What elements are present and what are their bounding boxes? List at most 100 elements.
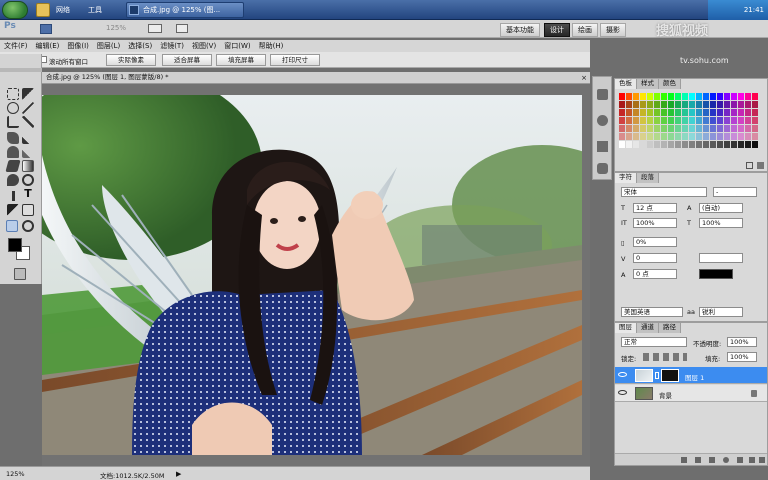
color-swatch[interactable]	[668, 133, 674, 140]
color-swatch[interactable]	[689, 109, 695, 116]
menu-filter[interactable]: 滤镜(T)	[160, 41, 184, 51]
color-swatch[interactable]	[640, 101, 646, 108]
add-mask-icon[interactable]	[709, 457, 715, 463]
color-swatch[interactable]	[731, 133, 737, 140]
color-swatch[interactable]	[689, 101, 695, 108]
color-swatch[interactable]	[724, 141, 730, 148]
magic-wand-icon[interactable]	[22, 102, 34, 114]
color-swatch[interactable]	[710, 141, 716, 148]
color-swatch[interactable]	[717, 101, 723, 108]
menu-file[interactable]: 文件(F)	[4, 41, 28, 51]
color-swatch[interactable]	[654, 125, 660, 132]
visibility-eye-icon[interactable]	[618, 372, 627, 377]
color-swatch[interactable]	[675, 109, 681, 116]
color-swatch[interactable]	[738, 101, 744, 108]
color-swatch[interactable]	[619, 101, 625, 108]
lock-icons[interactable]	[643, 353, 687, 361]
color-swatch[interactable]	[682, 101, 688, 108]
bridge-icon[interactable]	[40, 24, 52, 34]
color-swatch[interactable]	[668, 101, 674, 108]
workspace-basic[interactable]: 基本功能	[500, 23, 540, 37]
trash-icon[interactable]	[757, 162, 764, 169]
color-swatch[interactable]	[731, 93, 737, 100]
color-swatch[interactable]	[689, 93, 695, 100]
fill-screen-button[interactable]: 填充屏幕	[216, 54, 266, 66]
color-swatch[interactable]	[689, 125, 695, 132]
color-swatch[interactable]	[710, 125, 716, 132]
baseline-field[interactable]: 0 点	[633, 269, 677, 279]
color-swatch[interactable]	[661, 109, 667, 116]
color-swatch[interactable]	[703, 117, 709, 124]
color-swatch[interactable]	[626, 141, 632, 148]
color-swatch[interactable]	[647, 109, 653, 116]
color-swatch[interactable]	[661, 133, 667, 140]
color-swatch[interactable]	[682, 117, 688, 124]
color-swatch[interactable]	[626, 117, 632, 124]
text-color-swatch[interactable]	[699, 269, 733, 279]
color-swatch[interactable]	[661, 125, 667, 132]
history-panel-icon[interactable]	[597, 89, 608, 100]
color-swatch[interactable]	[619, 141, 625, 148]
color-swatch[interactable]	[675, 101, 681, 108]
color-swatch[interactable]	[661, 141, 667, 148]
color-swatch[interactable]	[619, 117, 625, 124]
color-swatch[interactable]	[668, 117, 674, 124]
kerning-field[interactable]: 0	[633, 253, 677, 263]
color-swatch[interactable]	[633, 101, 639, 108]
move-tool-icon[interactable]	[22, 88, 34, 100]
healing-brush-icon[interactable]	[7, 132, 19, 144]
new-layer-icon[interactable]	[749, 457, 755, 463]
tab-paths[interactable]: 路径	[659, 323, 681, 333]
color-swatch[interactable]	[731, 141, 737, 148]
font-family-select[interactable]: 宋体	[621, 187, 707, 197]
blend-mode-select[interactable]: 正常	[621, 337, 687, 347]
shape-tool-icon[interactable]	[22, 204, 34, 216]
color-swatch[interactable]	[696, 93, 702, 100]
color-swatch[interactable]	[738, 109, 744, 116]
canvas-image[interactable]	[42, 95, 582, 455]
menu-help[interactable]: 帮助(H)	[259, 41, 284, 51]
color-swatch[interactable]	[696, 125, 702, 132]
color-swatch[interactable]	[633, 109, 639, 116]
swatch-grid[interactable]	[619, 93, 759, 153]
stamp-tool-icon[interactable]	[7, 146, 19, 158]
visibility-eye-icon[interactable]	[618, 390, 627, 395]
color-swatch[interactable]	[689, 117, 695, 124]
taskbar-item-network[interactable]: 网络	[52, 2, 74, 18]
color-swatch[interactable]	[717, 125, 723, 132]
color-swatch[interactable]	[654, 133, 660, 140]
font-style-select[interactable]: -	[713, 187, 757, 197]
layer-row-layer1[interactable]: 图层 1	[615, 367, 767, 384]
color-swatch[interactable]	[745, 101, 751, 108]
document-tab[interactable]: 合成.jpg @ 125% (图层 1, 图层蒙版/8) * ×	[42, 72, 590, 84]
color-swatch[interactable]	[647, 101, 653, 108]
taskbar-item-tools[interactable]: 工具	[84, 2, 106, 18]
type-tool-icon[interactable]: T	[22, 188, 34, 200]
color-swatch[interactable]	[682, 141, 688, 148]
zoom-tool-icon[interactable]	[22, 220, 34, 232]
color-swatch[interactable]	[647, 141, 653, 148]
fit-screen-button[interactable]: 适合屏幕	[162, 54, 212, 66]
color-swatch[interactable]	[703, 133, 709, 140]
color-swatch[interactable]	[682, 93, 688, 100]
color-swatch[interactable]	[633, 133, 639, 140]
color-swatch[interactable]	[619, 93, 625, 100]
color-swatch[interactable]	[696, 117, 702, 124]
color-swatch[interactable]	[689, 141, 695, 148]
color-swatch[interactable]	[752, 117, 758, 124]
color-swatch[interactable]	[731, 117, 737, 124]
color-swatch[interactable]	[752, 141, 758, 148]
tab-color[interactable]: 颜色	[659, 79, 681, 89]
color-swatch[interactable]	[640, 133, 646, 140]
color-swatch[interactable]	[717, 117, 723, 124]
color-swatch[interactable]	[654, 93, 660, 100]
menu-view[interactable]: 视图(V)	[192, 41, 216, 51]
color-swatch[interactable]	[731, 109, 737, 116]
color-swatch[interactable]	[738, 125, 744, 132]
color-swatch[interactable]	[724, 117, 730, 124]
menu-select[interactable]: 选择(S)	[128, 41, 152, 51]
pen-tool-icon[interactable]	[7, 190, 19, 202]
color-swatch[interactable]	[738, 93, 744, 100]
color-swatch[interactable]	[647, 117, 653, 124]
color-swatch[interactable]	[661, 101, 667, 108]
